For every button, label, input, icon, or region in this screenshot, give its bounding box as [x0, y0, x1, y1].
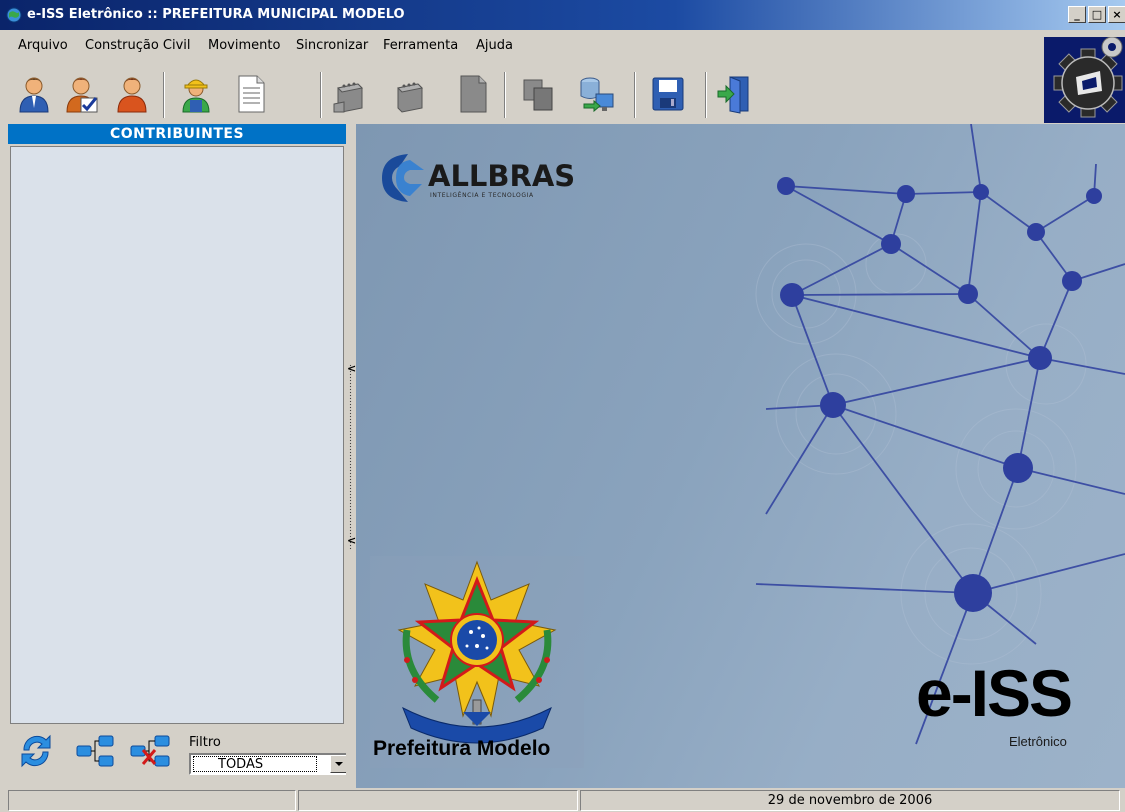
vendor-name: ALLBRAS [428, 159, 576, 193]
status-bar: 29 de novembro de 2006 [0, 788, 1125, 812]
panel-splitter[interactable]: < < [346, 124, 356, 788]
maximize-button[interactable]: □ [1088, 6, 1106, 23]
stamp-icon [396, 82, 424, 113]
toolbar-button-documento-2 [453, 68, 493, 120]
toolbar-separator [163, 72, 165, 118]
toolbar-button-documento[interactable] [231, 68, 271, 120]
save-icon [652, 77, 684, 111]
exit-icon [717, 76, 749, 114]
toolbar-button-sair[interactable] [714, 68, 754, 120]
refresh-icon[interactable] [16, 730, 56, 772]
toolbar-button-construcao[interactable] [176, 68, 216, 120]
status-panel-2 [298, 790, 578, 811]
copy-icon [523, 79, 553, 111]
panel-title: CONTRIBUINTES [8, 124, 346, 144]
toolbar-separator [705, 72, 707, 118]
minimize-button[interactable]: _ [1068, 6, 1086, 23]
status-date: 29 de novembro de 2006 [580, 790, 1120, 811]
document-icon [238, 75, 265, 113]
contribuintes-panel: CONTRIBUINTES [8, 124, 346, 788]
filter-select[interactable]: TODAS [189, 753, 349, 775]
collapse-tree-icon[interactable] [129, 734, 171, 768]
close-button[interactable]: × [1108, 6, 1125, 23]
filter-label: Filtro [189, 735, 221, 750]
status-panel-1 [8, 790, 296, 811]
menu-arquivo[interactable]: Arquivo [18, 38, 68, 53]
toolbar-button-contribuinte[interactable] [14, 68, 54, 120]
user-icon [19, 77, 49, 113]
allbras-icon [382, 154, 424, 202]
chevron-down-icon[interactable] [330, 755, 347, 773]
toolbar-separator [504, 72, 506, 118]
document-dark-icon [460, 75, 487, 113]
toolbar-separator [634, 72, 636, 118]
toolbar-button-salvar[interactable] [648, 68, 688, 120]
vendor-tagline: INTELIGÊNCIA E TECNOLOGIA [430, 192, 534, 199]
title-bar[interactable]: e-ISS Eletrônico :: PREFEITURA MUNICIPAL… [0, 0, 1125, 30]
menu-construcao-civil[interactable]: Construção Civil [85, 38, 191, 53]
toolbar-button-carimbo-1 [330, 68, 370, 120]
gear-logo [1044, 37, 1125, 123]
database-sync-icon [580, 77, 614, 113]
toolbar-button-usuario[interactable] [112, 68, 152, 120]
product-logo: e-ISS [916, 656, 1073, 730]
municipality-name: Prefeitura Modelo [373, 737, 551, 760]
app-window: e-ISS Eletrônico :: PREFEITURA MUNICIPAL… [0, 0, 1125, 812]
menu-movimento[interactable]: Movimento [208, 38, 280, 53]
splitter-grip [349, 364, 352, 550]
gear-icon [1053, 37, 1123, 118]
toolbar-separator [320, 72, 322, 118]
menu-ajuda[interactable]: Ajuda [476, 38, 513, 53]
expand-tree-icon[interactable] [75, 734, 115, 768]
allbras-logo: ALLBRAS INTELIGÊNCIA E TECNOLOGIA [380, 150, 580, 206]
toolbar-button-verificar[interactable] [63, 68, 103, 120]
contribuintes-tree[interactable] [10, 146, 344, 724]
menu-ferramenta[interactable]: Ferramenta [383, 38, 458, 53]
toolbar-button-copiar [518, 68, 558, 120]
toolbar-button-sincronizar[interactable] [576, 68, 616, 120]
construction-worker-icon [182, 79, 210, 113]
stamp-icon [333, 82, 364, 113]
filter-value: TODAS [193, 756, 317, 772]
toolbar-button-carimbo-2 [390, 68, 430, 120]
user-check-icon [66, 77, 98, 113]
globe-icon [6, 7, 22, 23]
user-orange-icon [117, 77, 147, 113]
panel-tools: Filtro TODAS [8, 724, 349, 788]
main-splash: ALLBRAS INTELIGÊNCIA E TECNOLOGIA Prefei… [356, 124, 1125, 788]
window-title: e-ISS Eletrônico :: PREFEITURA MUNICIPAL… [27, 7, 405, 22]
menu-sincronizar[interactable]: Sincronizar [296, 38, 368, 53]
product-subtitle: Eletrônico [1009, 734, 1067, 749]
collapse-arrow-icon[interactable]: < [347, 534, 356, 547]
